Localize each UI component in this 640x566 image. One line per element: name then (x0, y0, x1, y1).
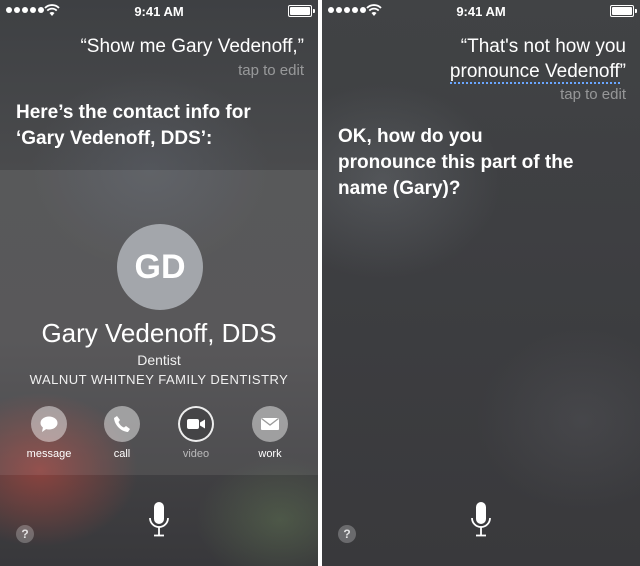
message-label: message (26, 448, 72, 460)
contact-actions: message call video work (0, 406, 318, 466)
siri-bottom-bar: ? (322, 476, 640, 566)
help-button[interactable]: ? (16, 525, 34, 543)
siri-response-line-2: ‘Gary Vedenoff, DDS’: (16, 128, 213, 149)
siri-bottom-bar: ? (0, 476, 318, 566)
closing-quote: ” (619, 61, 626, 82)
battery-icon (610, 5, 637, 17)
call-label: call (113, 448, 131, 460)
contact-name: Gary Vedenoff, DDS (41, 318, 277, 348)
contact-avatar: GD (117, 224, 203, 310)
battery-icon (288, 5, 315, 17)
siri-screen-left: 9:41 AM “Show me Gary Vedenoff,” tap to … (0, 0, 318, 566)
microphone-icon[interactable] (147, 501, 171, 541)
user-query-line-1[interactable]: “That's not how you (461, 34, 626, 59)
video-camera-icon (178, 406, 214, 442)
siri-response-line-1: OK, how do you (338, 126, 483, 147)
envelope-icon (252, 406, 288, 442)
siri-response-line-3: name (Gary)? (338, 178, 461, 199)
status-bar: 9:41 AM (0, 0, 318, 22)
contact-company: WALNUT WHITNEY FAMILY DENTISTRY (29, 372, 289, 387)
help-button[interactable]: ? (338, 525, 356, 543)
siri-screen-right: 9:41 AM “That's not how you pronounce Ve… (322, 0, 640, 566)
siri-response-line-2: pronounce this part of the (338, 152, 574, 173)
contact-card[interactable]: GD Gary Vedenoff, DDS Dentist WALNUT WHI… (0, 170, 318, 475)
user-query[interactable]: “Show me Gary Vedenoff,” (80, 34, 304, 59)
work-label: work (258, 448, 282, 460)
work-email-button[interactable]: work (235, 406, 305, 460)
status-bar: 9:41 AM (322, 0, 640, 22)
message-bubble-icon (31, 406, 67, 442)
message-button[interactable]: message (14, 406, 84, 460)
tap-to-edit-link[interactable]: tap to edit (560, 86, 626, 103)
phone-icon (104, 406, 140, 442)
mispronounced-text[interactable]: pronounce Vedenoff (449, 61, 620, 84)
status-time: 9:41 AM (134, 4, 184, 19)
call-button[interactable]: call (87, 406, 157, 460)
tap-to-edit-link[interactable]: tap to edit (238, 62, 304, 79)
video-button[interactable]: video (161, 406, 231, 460)
video-label: video (182, 448, 210, 460)
status-time: 9:41 AM (456, 4, 506, 19)
contact-title: Dentist (137, 352, 181, 368)
user-query-line-2[interactable]: pronounce Vedenoff” (449, 59, 626, 84)
microphone-icon[interactable] (469, 501, 493, 541)
siri-response-line-1: Here’s the contact info for (16, 102, 251, 123)
